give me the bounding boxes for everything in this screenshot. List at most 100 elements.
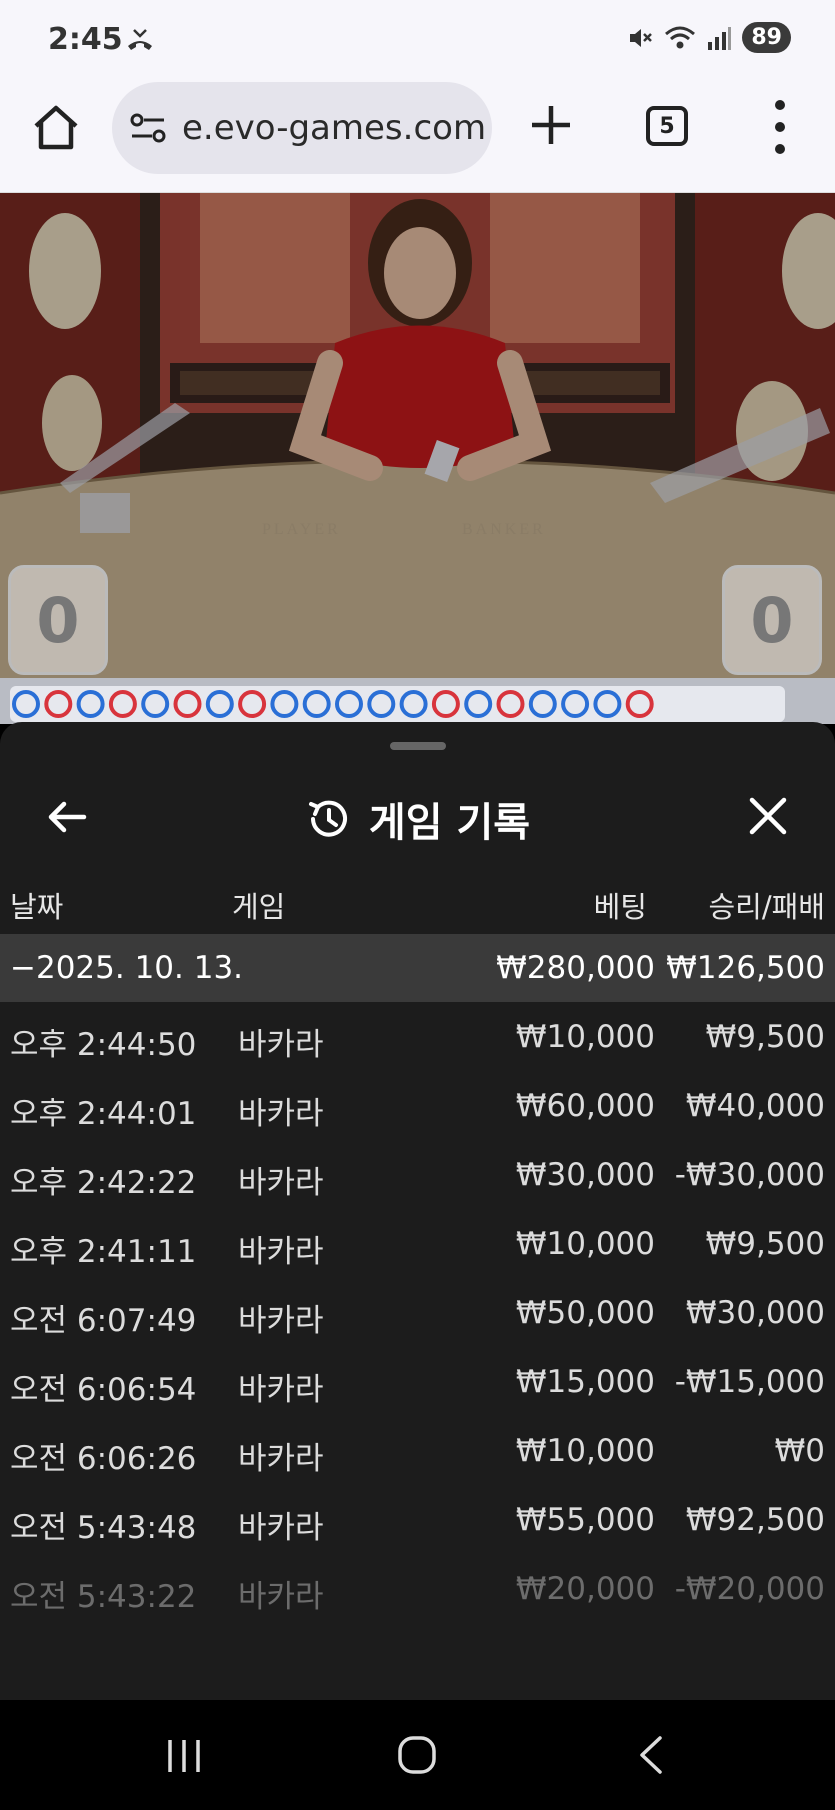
date-group-bet-total: ₩280,000 bbox=[496, 950, 655, 986]
row-bet: ₩55,000 bbox=[515, 1502, 655, 1538]
row-bet: ₩20,000 bbox=[515, 1571, 655, 1607]
home-nav-icon[interactable] bbox=[396, 1734, 438, 1776]
table-row[interactable]: 오후 2:41:11 바카라 ₩10,000 ₩9,500 bbox=[0, 1212, 835, 1281]
table-banker-label: BANKER bbox=[462, 521, 546, 538]
road-mark bbox=[302, 690, 331, 718]
row-time: 오전 5:43:48 bbox=[10, 1510, 197, 1546]
history-icon bbox=[308, 800, 347, 837]
table-row[interactable]: 오후 2:42:22 바카라 ₩30,000 -₩30,000 bbox=[0, 1143, 835, 1212]
road-mark bbox=[464, 690, 493, 718]
row-game: 바카라 bbox=[238, 1303, 324, 1339]
panel-header: 게임 기록 bbox=[0, 772, 835, 862]
row-game: 바카라 bbox=[238, 1165, 324, 1201]
road-mark bbox=[625, 690, 654, 718]
row-bet: ₩60,000 bbox=[515, 1088, 655, 1124]
column-date: 날짜 bbox=[10, 890, 64, 924]
status-time: 2:45 bbox=[48, 22, 123, 57]
row-bet: ₩15,000 bbox=[515, 1364, 655, 1400]
row-time: 오전 6:06:54 bbox=[10, 1372, 197, 1408]
game-history-panel: 게임 기록 날짜 게임 베팅 승리/패배 −2025. 10. 13. ₩280… bbox=[0, 722, 835, 1700]
wifi-icon bbox=[665, 26, 696, 48]
player-score: 0 bbox=[8, 565, 108, 675]
table-player-label: PLAYER bbox=[262, 521, 341, 538]
close-icon[interactable] bbox=[746, 794, 790, 838]
row-bet: ₩30,000 bbox=[515, 1157, 655, 1193]
road-mark bbox=[593, 690, 622, 718]
table-row[interactable]: 오전 5:43:48 바카라 ₩55,000 ₩92,500 bbox=[0, 1488, 835, 1557]
road-mark bbox=[367, 690, 396, 718]
table-row[interactable]: 오전 6:06:54 바카라 ₩15,000 -₩15,000 bbox=[0, 1350, 835, 1419]
row-game: 바카라 bbox=[238, 1579, 324, 1615]
url-text[interactable]: e.evo-games.com bbox=[182, 108, 486, 148]
row-time: 오후 2:44:50 bbox=[10, 1027, 197, 1063]
table-row[interactable]: 오전 6:07:49 바카라 ₩50,000 ₩30,000 bbox=[0, 1281, 835, 1350]
road-mark bbox=[205, 690, 234, 718]
road-mark bbox=[528, 690, 557, 718]
address-bar[interactable]: e.evo-games.com bbox=[112, 82, 492, 174]
row-result: -₩20,000 bbox=[674, 1571, 825, 1607]
row-bet: ₩10,000 bbox=[515, 1433, 655, 1469]
mute-icon bbox=[630, 28, 653, 47]
date-group-date: −2025. 10. 13. bbox=[10, 950, 244, 986]
row-time: 오전 5:43:22 bbox=[10, 1579, 197, 1615]
column-game: 게임 bbox=[232, 890, 286, 924]
tab-count: 5 bbox=[659, 113, 675, 139]
row-result: ₩92,500 bbox=[685, 1502, 825, 1538]
column-bet: 베팅 bbox=[593, 890, 647, 924]
home-icon[interactable] bbox=[30, 102, 82, 154]
player-score-value: 0 bbox=[36, 583, 80, 657]
status-bar: 2:45 89 bbox=[0, 0, 835, 80]
banker-score-value: 0 bbox=[750, 583, 794, 657]
row-game: 바카라 bbox=[238, 1510, 324, 1546]
road-mark bbox=[270, 690, 299, 718]
row-time: 오후 2:44:01 bbox=[10, 1096, 197, 1132]
road-mark bbox=[431, 690, 460, 718]
road-mark bbox=[561, 690, 590, 718]
table-row[interactable]: 오전 6:06:26 바카라 ₩10,000 ₩0 bbox=[0, 1419, 835, 1488]
row-game: 바카라 bbox=[238, 1234, 324, 1270]
road-mark bbox=[335, 690, 363, 718]
table-header: 날짜 게임 베팅 승리/패배 bbox=[0, 874, 835, 934]
road-mark bbox=[496, 690, 525, 718]
recent-apps-icon[interactable] bbox=[164, 1736, 204, 1776]
row-time: 오후 2:41:11 bbox=[10, 1234, 197, 1270]
table-row[interactable]: 오후 2:44:01 바카라 ₩60,000 ₩40,000 bbox=[0, 1074, 835, 1143]
table-row[interactable]: 오전 5:43:22 바카라 ₩20,000 -₩20,000 bbox=[0, 1557, 835, 1626]
row-bet: ₩10,000 bbox=[515, 1019, 655, 1055]
live-dealer-video: PLAYER BANKER 0 0 bbox=[0, 193, 835, 678]
row-game: 바카라 bbox=[238, 1027, 324, 1063]
panel-title: 게임 기록 bbox=[368, 800, 531, 846]
date-group-row[interactable]: −2025. 10. 13. ₩280,000 ₩126,500 bbox=[0, 934, 835, 1002]
back-nav-icon[interactable] bbox=[636, 1734, 666, 1776]
battery-icon: 89 bbox=[742, 22, 791, 53]
system-nav-bar bbox=[0, 1700, 835, 1810]
date-group-result-total: ₩126,500 bbox=[666, 950, 825, 986]
row-time: 오전 6:06:26 bbox=[10, 1441, 197, 1477]
missed-call-icon bbox=[128, 29, 152, 50]
row-game: 바카라 bbox=[238, 1096, 324, 1132]
drag-handle[interactable] bbox=[390, 742, 446, 750]
road-mark bbox=[141, 690, 170, 718]
plus-icon[interactable] bbox=[528, 102, 574, 148]
browser-toolbar: e.evo-games.com 5 bbox=[0, 80, 835, 193]
more-vert-icon[interactable] bbox=[770, 100, 790, 154]
road-marks bbox=[12, 690, 654, 718]
panel-title-group: 게임 기록 bbox=[0, 790, 835, 848]
row-result: ₩9,500 bbox=[705, 1019, 825, 1055]
road-mark bbox=[76, 690, 105, 718]
signal-icon bbox=[708, 26, 732, 50]
column-result: 승리/패배 bbox=[708, 890, 826, 924]
status-icons: 89 bbox=[626, 22, 791, 53]
site-settings-icon[interactable] bbox=[128, 108, 168, 148]
road-mark bbox=[399, 690, 428, 718]
history-list: 오후 2:44:50 바카라 ₩10,000 ₩9,500 오후 2:44:01… bbox=[0, 1005, 835, 1626]
tabs-icon[interactable]: 5 bbox=[646, 106, 688, 146]
road-mark bbox=[12, 690, 40, 718]
bead-road-strip bbox=[0, 678, 835, 724]
row-result: -₩30,000 bbox=[674, 1157, 825, 1193]
row-result: ₩40,000 bbox=[685, 1088, 825, 1124]
table-row[interactable]: 오후 2:44:50 바카라 ₩10,000 ₩9,500 bbox=[0, 1005, 835, 1074]
bead-road[interactable] bbox=[10, 686, 785, 722]
row-bet: ₩10,000 bbox=[515, 1226, 655, 1262]
row-result: -₩15,000 bbox=[674, 1364, 825, 1400]
